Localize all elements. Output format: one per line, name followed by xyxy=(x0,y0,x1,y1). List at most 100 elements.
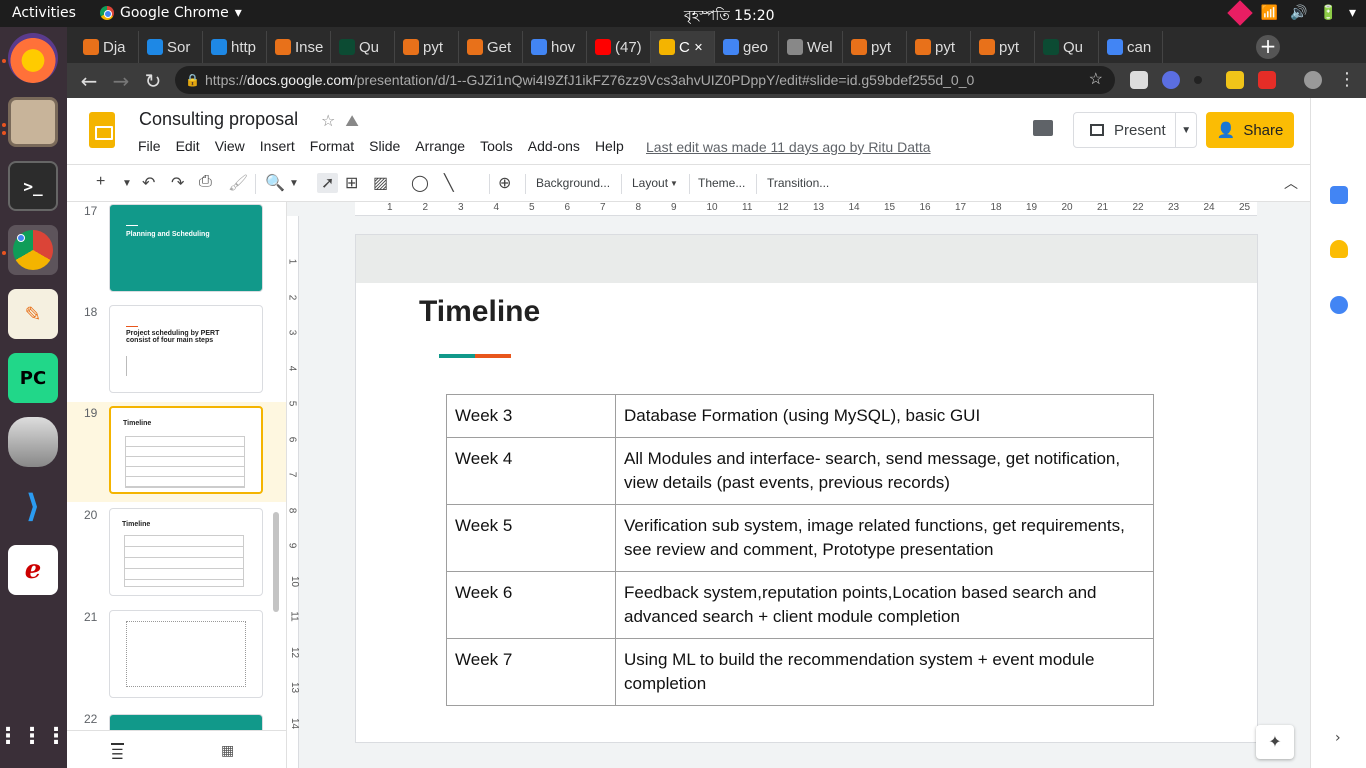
menu-view[interactable]: View xyxy=(215,138,245,154)
browser-tab[interactable]: Inse xyxy=(267,31,331,63)
menu-insert[interactable]: Insert xyxy=(260,138,295,154)
shape-icon[interactable]: ◯ xyxy=(411,173,429,193)
list-view-icon[interactable]: ☰ xyxy=(111,743,124,763)
timeline-table[interactable]: Week 3 Database Formation (using MySQL),… xyxy=(446,394,1154,706)
keep-icon[interactable] xyxy=(1330,240,1348,258)
browser-tab[interactable]: can xyxy=(1099,31,1163,63)
image-icon[interactable]: ▨ xyxy=(373,173,388,193)
power-menu-icon[interactable]: ▾ xyxy=(1349,5,1356,21)
lock-icon[interactable]: 🔒 xyxy=(185,66,200,94)
document-title[interactable]: Consulting proposal xyxy=(139,109,298,130)
week-cell[interactable]: Week 5 xyxy=(446,504,616,572)
extension-dot-icon[interactable] xyxy=(1194,76,1202,84)
extension-cube-icon[interactable] xyxy=(1130,71,1148,89)
collapse-menu-icon[interactable]: ︿ xyxy=(1284,173,1298,193)
star-icon[interactable]: ☆ xyxy=(321,111,335,131)
select-tool-icon[interactable]: ➚ xyxy=(317,173,339,193)
text-editor-icon[interactable]: ✎ xyxy=(8,289,58,339)
slide-thumbnail-selected[interactable]: Timeline xyxy=(109,406,263,494)
slides-logo-icon[interactable] xyxy=(89,112,115,148)
present-main[interactable]: Present xyxy=(1074,113,1177,147)
grid-view-icon[interactable]: ▦ xyxy=(221,743,234,759)
browser-tab[interactable]: Dja xyxy=(75,31,139,63)
comment-history-icon[interactable] xyxy=(1033,120,1053,136)
files-icon[interactable] xyxy=(8,97,58,147)
share-button[interactable]: 👤 Share xyxy=(1206,112,1294,148)
paint-format-icon[interactable]: 🖌 xyxy=(228,173,248,193)
zoom-icon[interactable]: 🔍 xyxy=(265,173,285,193)
menu-file[interactable]: File xyxy=(138,138,161,154)
slide-thumbnail[interactable]: Project scheduling by PERT consist of fo… xyxy=(109,305,263,393)
bookmark-star-icon[interactable]: ☆ xyxy=(1089,66,1103,94)
document-viewer-icon[interactable]: ℯ xyxy=(8,545,58,595)
layout-dropdown-icon[interactable]: ▼ xyxy=(670,179,678,188)
explore-assistant-icon[interactable]: ✦ xyxy=(1256,725,1294,759)
close-tab-icon[interactable]: ✕ xyxy=(694,41,703,54)
slide-canvas[interactable]: 1 2 3 4 5 6 7 8 9 10 11 12 13 14 15 16 17 18 19 20 21 22 23 24 2… xyxy=(286,202,1310,768)
layout-button[interactable]: Layout xyxy=(632,176,668,190)
browser-tab[interactable]: pyt xyxy=(395,31,459,63)
new-slide-dropdown-icon[interactable]: ▼ xyxy=(122,178,132,189)
browser-tab[interactable]: Get xyxy=(459,31,523,63)
extension-highlighter-icon[interactable] xyxy=(1226,71,1244,89)
zoom-dropdown-icon[interactable]: ▼ xyxy=(289,178,299,189)
browser-tab[interactable]: http xyxy=(203,31,267,63)
browser-tab[interactable]: hov xyxy=(523,31,587,63)
expand-panel-icon[interactable]: › xyxy=(1335,730,1341,746)
extension-globe-icon[interactable] xyxy=(1162,71,1180,89)
week-cell[interactable]: Week 6 xyxy=(446,571,616,639)
pycharm-icon[interactable]: PC xyxy=(8,353,58,403)
vertical-ruler[interactable]: 1 2 3 4 5 6 7 8 9 10 11 12 13 14 xyxy=(286,216,300,768)
activities-button[interactable]: Activities xyxy=(12,5,76,21)
browser-tab[interactable]: C ✕ xyxy=(651,31,715,63)
new-slide-icon[interactable]: + xyxy=(96,173,105,191)
present-button[interactable]: Present ▼ xyxy=(1073,112,1197,148)
browser-tab[interactable]: Sor xyxy=(139,31,203,63)
comment-add-icon[interactable]: ⊕ xyxy=(498,173,511,193)
browser-tab[interactable]: Qu xyxy=(1035,31,1099,63)
text-box-icon[interactable]: ⊞ xyxy=(345,173,358,193)
back-button[interactable]: ← xyxy=(77,69,101,93)
move-to-drive-icon[interactable]: ⛰ xyxy=(345,111,358,131)
chrome-menu-icon[interactable]: ⋮ xyxy=(1335,69,1359,90)
show-applications-icon[interactable]: ⋮⋮⋮ xyxy=(0,711,67,761)
profile-avatar-icon[interactable] xyxy=(1304,71,1322,89)
forward-button[interactable]: → xyxy=(109,69,133,93)
slide-thumbnail[interactable]: Timeline xyxy=(109,508,263,596)
menu-help[interactable]: Help xyxy=(595,138,624,154)
task-cell[interactable]: Verification sub system, image related f… xyxy=(615,504,1154,572)
slide-thumbnail[interactable] xyxy=(109,610,263,698)
present-dropdown-icon[interactable]: ▼ xyxy=(1176,125,1196,136)
slide-title[interactable]: Timeline xyxy=(419,295,540,329)
horizontal-ruler[interactable]: 1 2 3 4 5 6 7 8 9 10 11 12 13 14 15 16 17 18 19 20 21 22 23 24 2… xyxy=(355,202,1257,216)
calendar-icon[interactable] xyxy=(1330,186,1348,204)
menu-format[interactable]: Format xyxy=(310,138,354,154)
background-button[interactable]: Background... xyxy=(536,176,610,190)
transition-button[interactable]: Transition... xyxy=(767,176,829,190)
menu-arrange[interactable]: Arrange xyxy=(415,138,465,154)
terminal-icon[interactable]: >_ xyxy=(8,161,58,211)
week-cell[interactable]: Week 3 xyxy=(446,394,616,438)
slide-thumbnail[interactable]: Planning and Scheduling xyxy=(109,204,263,292)
browser-tab[interactable]: (47) xyxy=(587,31,651,63)
address-bar[interactable]: 🔒 https://docs.google.com/presentation/d… xyxy=(175,66,1115,94)
browser-tab[interactable]: pyt xyxy=(843,31,907,63)
wifi-icon[interactable]: 📶 xyxy=(1261,5,1278,21)
redo-icon[interactable]: ↷ xyxy=(171,173,184,193)
menu-slide[interactable]: Slide xyxy=(369,138,400,154)
task-cell[interactable]: Database Formation (using MySQL), basic … xyxy=(615,394,1154,438)
print-icon[interactable]: ⎙ xyxy=(199,173,212,191)
browser-tab[interactable]: Wel xyxy=(779,31,843,63)
chrome-dock-icon[interactable] xyxy=(8,225,58,275)
task-cell[interactable]: Feedback system,reputation points,Locati… xyxy=(615,571,1154,639)
volume-icon[interactable]: 🔊 xyxy=(1290,5,1307,21)
browser-tab[interactable]: pyt xyxy=(907,31,971,63)
battery-icon[interactable]: 🔋 xyxy=(1320,5,1337,21)
database-icon[interactable] xyxy=(8,417,58,467)
system-tray[interactable]: 📶 🔊 🔋 ▾ xyxy=(1226,0,1356,26)
week-cell[interactable]: Week 4 xyxy=(446,437,616,505)
menu-tools[interactable]: Tools xyxy=(480,138,513,154)
reload-button[interactable]: ↻ xyxy=(141,69,165,93)
theme-button[interactable]: Theme... xyxy=(698,176,745,190)
extension-video-icon[interactable] xyxy=(1258,71,1276,89)
